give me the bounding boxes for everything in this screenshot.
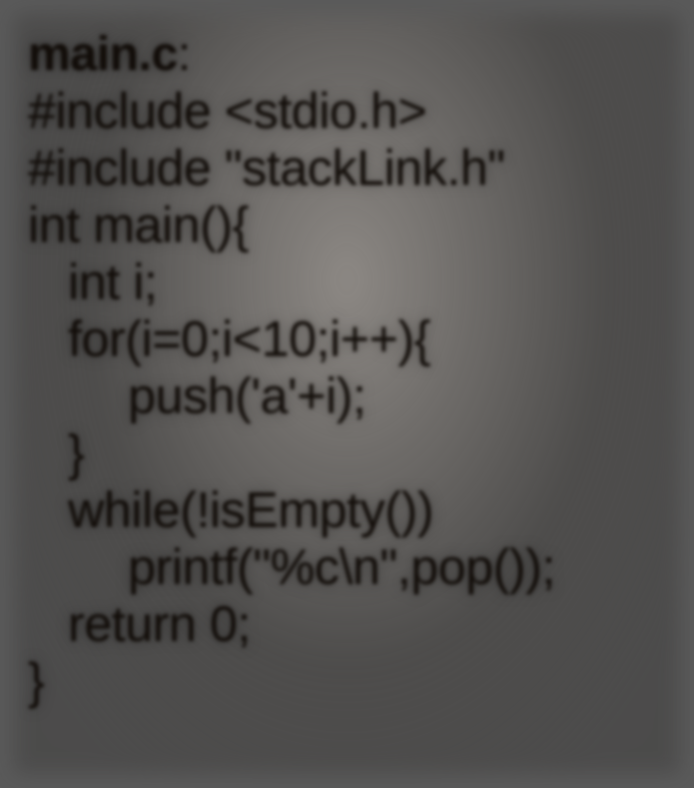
code-line: } — [28, 425, 666, 482]
code-line: int i; — [28, 254, 666, 311]
code-block: main.c: #include <stdio.h> #include "sta… — [28, 28, 666, 760]
code-line: return 0; — [28, 596, 666, 653]
code-line: int main(){ — [28, 197, 666, 254]
code-line: push('a'+i); — [28, 368, 666, 425]
filename-colon: : — [178, 28, 191, 81]
code-line: } — [28, 653, 666, 710]
filename-label: main.c — [28, 28, 178, 81]
code-line: for(i=0;i<10;i++){ — [28, 311, 666, 368]
code-line: #include "stackLink.h" — [28, 140, 666, 197]
code-line: while(!isEmpty()) — [28, 482, 666, 539]
code-line: printf("%c\n",pop()); — [28, 539, 666, 596]
code-filename-line: main.c: — [28, 28, 666, 83]
code-line: #include <stdio.h> — [28, 83, 666, 140]
